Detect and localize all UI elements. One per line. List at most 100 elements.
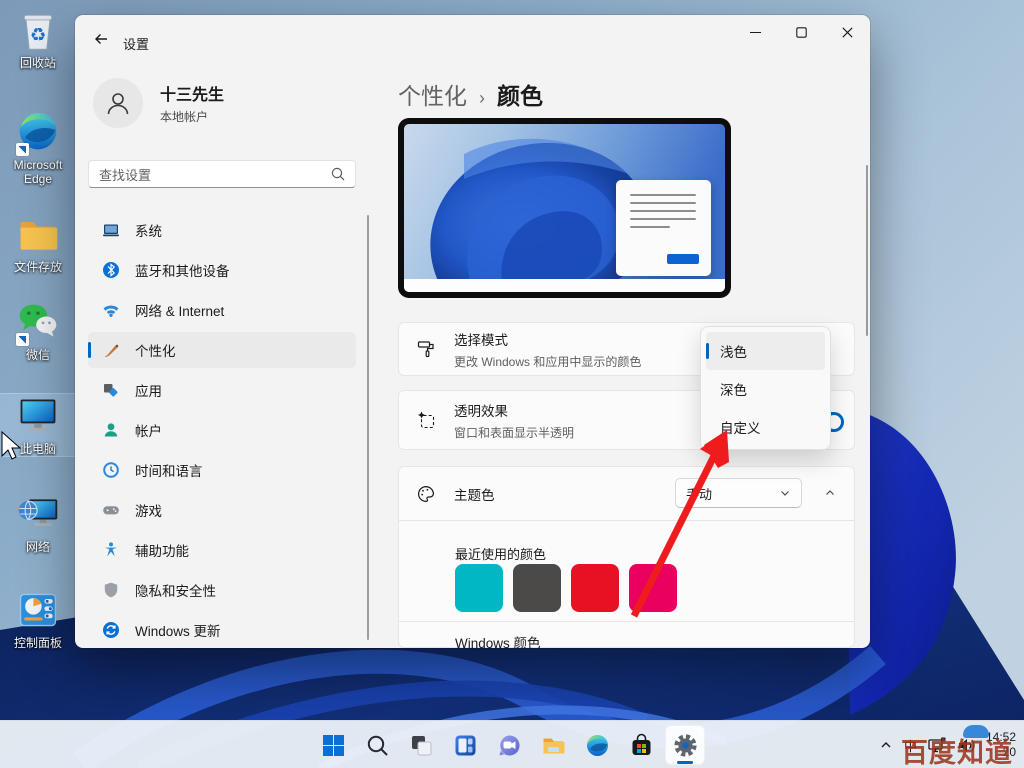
nav-label: 应用 [135,380,162,400]
desktop-icon-label: 微信 [0,348,76,362]
nav-item-gaming[interactable]: 游戏 [88,492,356,528]
breadcrumb-parent[interactable]: 个性化 [398,77,467,111]
chat-button[interactable] [489,725,529,765]
time-language-icon [102,461,120,479]
nav-item-personalization[interactable]: 个性化 [88,332,356,368]
flyout-option-light[interactable]: 浅色 [706,332,825,370]
desktop-icon-control-panel[interactable]: 控制面板 [0,588,76,650]
theme-preview-frame [398,118,731,298]
person-icon [103,88,133,118]
nav-item-privacy-security[interactable]: 隐私和安全性 [88,572,356,608]
desktop-screen: ♻ 回收站 Microsoft Edge 文件存放 [0,0,1024,768]
search-button[interactable] [357,725,397,765]
ime-indicator[interactable]: 中 [904,736,917,755]
nav-label: 帐户 [135,420,162,440]
avatar [93,78,143,128]
nav-item-network-internet[interactable]: 网络 & Internet [88,292,356,328]
desktop-icon-file-folder[interactable]: 文件存放 [0,212,76,274]
content-scrollbar[interactable] [866,165,868,336]
start-button[interactable] [313,725,353,765]
back-button[interactable] [85,25,117,53]
widgets-button[interactable] [445,725,485,765]
task-view-button[interactable] [401,725,441,765]
nav-item-bluetooth-devices[interactable]: 蓝牙和其他设备 [88,252,356,288]
edge-icon [585,733,610,758]
maximize-button[interactable] [778,15,824,49]
preview-mock-window [616,180,711,276]
desktop-icon-recycle-bin[interactable]: ♻ 回收站 [0,8,76,70]
color-swatch-gray[interactable] [513,564,561,612]
desktop-icon-network[interactable]: 网络 [0,492,76,554]
choose-mode-subtitle: 更改 Windows 和应用中显示的颜色 [454,353,641,370]
flyout-option-label: 浅色 [720,341,747,361]
windows-update-icon [102,621,120,639]
accent-color-expander[interactable] [813,478,847,508]
volume-icon[interactable] [957,737,976,754]
accessibility-icon [102,541,120,559]
nav-label: 游戏 [135,500,162,520]
flyout-option-label: 自定义 [720,417,761,437]
edge-button[interactable] [577,725,617,765]
paint-roller-icon [416,339,436,359]
transparency-title: 透明效果 [454,400,574,420]
sidebar-scrollbar[interactable] [367,215,369,640]
accent-color-title: 主题色 [454,484,495,504]
taskbar-clock[interactable]: 14:52 20 [986,730,1016,760]
file-explorer-button[interactable] [533,725,573,765]
file-explorer-icon [541,733,566,758]
color-swatch-red[interactable] [571,564,619,612]
bluetooth-icon [102,261,120,279]
taskbar: 中 14:52 20 [0,720,1024,768]
nav-item-apps[interactable]: 应用 [88,372,356,408]
flyout-option-dark[interactable]: 深色 [706,370,825,408]
nav-item-time-language[interactable]: 时间和语言 [88,452,356,488]
shortcut-arrow-icon [16,143,29,156]
page-title: 颜色 [497,77,543,111]
folder-icon [16,212,60,258]
task-view-icon [409,733,434,758]
wechat-icon [16,300,60,346]
store-button[interactable] [621,725,661,765]
accent-color-dropdown[interactable]: 手动 [675,478,802,508]
network-tray-icon[interactable] [927,736,947,754]
control-panel-icon [16,588,60,634]
nav-item-windows-update[interactable]: Windows 更新 [88,612,356,648]
desktop-icon-this-pc[interactable]: 此电脑 [0,394,76,456]
widgets-icon [453,733,478,758]
close-button[interactable] [824,15,870,49]
nav-item-accounts[interactable]: 帐户 [88,412,356,448]
desktop-icon-edge[interactable]: Microsoft Edge [0,110,76,186]
color-swatch-teal[interactable] [455,564,503,612]
settings-gear-icon [673,733,698,758]
desktop-icon-label: Microsoft Edge [2,158,74,186]
search-icon [365,733,390,758]
personalization-icon [102,341,120,359]
edge-icon [16,110,60,156]
close-icon [842,27,853,38]
desktop-icon-wechat[interactable]: 微信 [0,300,76,362]
chat-icon [497,733,522,758]
recent-colors-swatches [455,564,677,612]
color-swatch-magenta[interactable] [629,564,677,612]
tray-time: 14:52 [986,730,1016,745]
user-profile[interactable]: 十三先生 本地帐户 [93,78,224,128]
search-input[interactable]: 查找设置 [88,160,356,188]
this-pc-icon [16,394,60,440]
recycle-bin-icon: ♻ [16,8,60,54]
palette-icon [416,484,436,504]
nav-item-accessibility[interactable]: 辅助功能 [88,532,356,568]
desktop-icon-label: 文件存放 [0,260,76,274]
minimize-button[interactable] [732,15,778,49]
flyout-option-custom[interactable]: 自定义 [706,408,825,446]
recent-colors-heading: 最近使用的颜色 [455,544,546,563]
tray-chevron-up-icon[interactable] [878,737,894,753]
nav-label: 隐私和安全性 [135,580,216,600]
chevron-up-icon [824,487,836,499]
gaming-icon [102,501,120,519]
nav-label: 辅助功能 [135,540,189,560]
nav-item-system[interactable]: 系统 [88,212,356,248]
apps-icon [102,381,120,399]
settings-button[interactable] [665,725,705,765]
nav-label: 网络 & Internet [135,300,224,320]
windows-colors-heading: Windows 颜色 [455,632,541,648]
